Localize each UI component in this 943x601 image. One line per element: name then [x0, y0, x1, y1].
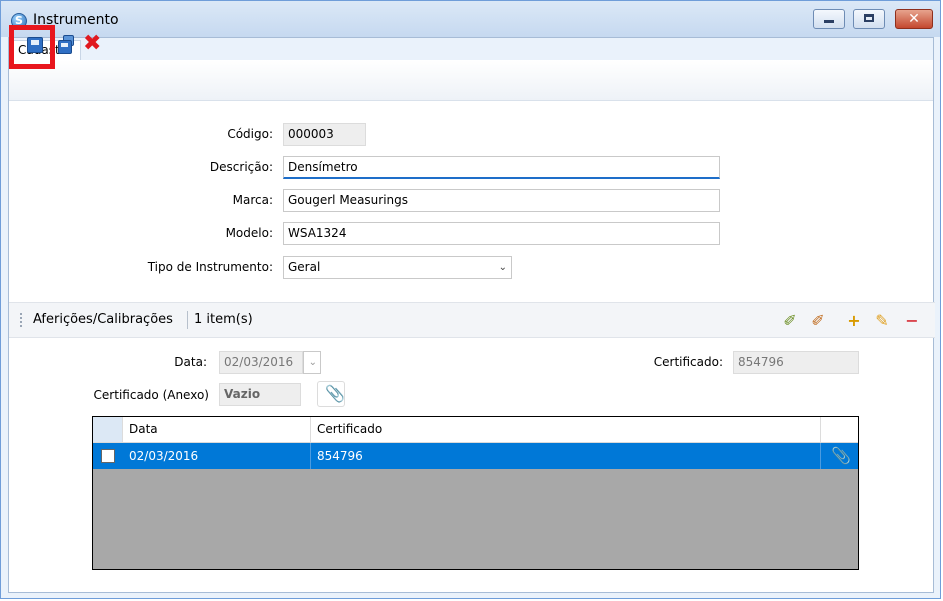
- delete-button[interactable]: ✖: [83, 31, 103, 56]
- date-picker-button[interactable]: ⌄: [303, 351, 321, 374]
- instrumento-window: S Instrumento ✕ Cadastro ✖ Código: 00000…: [0, 0, 941, 599]
- column-header-certificado[interactable]: Certificado: [311, 417, 821, 442]
- afericoes-grid: Data Certificado 02/03/2016 854796 📎: [92, 416, 859, 570]
- toolbar: [9, 60, 933, 101]
- remove-icon[interactable]: −: [903, 312, 921, 330]
- modelo-field[interactable]: WSA1324: [283, 222, 720, 245]
- minimize-button[interactable]: [813, 9, 845, 29]
- certificado-anexo-label: Certificado (Anexo): [93, 388, 209, 402]
- certificado-field[interactable]: 854796: [733, 351, 859, 374]
- grip-handle[interactable]: [20, 313, 24, 327]
- tipo-instrumento-select[interactable]: Geral ⌄: [283, 256, 512, 279]
- minimize-icon: [824, 20, 834, 23]
- paperclip-icon: 📎: [831, 446, 851, 465]
- save-button[interactable]: [25, 35, 45, 55]
- save-icon: [27, 37, 43, 53]
- column-header-data[interactable]: Data: [123, 417, 311, 442]
- row-certificado-cell: 854796: [311, 443, 821, 469]
- section-title: Aferições/Calibrações: [33, 312, 173, 327]
- data-label: Data:: [174, 355, 207, 369]
- title-bar[interactable]: S Instrumento ✕: [1, 1, 940, 37]
- tipo-instrumento-value: Geral: [288, 260, 321, 274]
- item-count: 1 item(s): [194, 312, 253, 327]
- attach-button[interactable]: 📎: [317, 381, 345, 407]
- afericoes-section-bar: Aferições/Calibrações 1 item(s) ✐ ✐ + ✎ …: [9, 302, 935, 338]
- edit-all-icon[interactable]: ✐: [781, 312, 799, 330]
- maximize-icon: [864, 14, 874, 22]
- table-row[interactable]: 02/03/2016 854796 📎: [93, 443, 858, 469]
- edit-record-icon[interactable]: ✐: [809, 312, 827, 330]
- paperclip-icon: 📎: [325, 384, 345, 403]
- grid-header-selector[interactable]: [93, 417, 123, 442]
- codigo-label: Código:: [227, 127, 273, 141]
- tab-strip: Cadastro: [9, 38, 933, 61]
- pencil-icon[interactable]: ✎: [873, 312, 891, 330]
- modelo-label: Modelo:: [225, 226, 273, 240]
- chevron-down-icon: ⌄: [498, 262, 507, 273]
- data-field[interactable]: 02/03/2016: [219, 351, 303, 374]
- codigo-field[interactable]: 000003: [283, 123, 366, 146]
- anexo-field[interactable]: Vazio: [219, 383, 301, 406]
- marca-field[interactable]: Gougerl Measurings: [283, 189, 720, 212]
- chevron-down-icon: ⌄: [308, 357, 317, 368]
- section-divider: [187, 311, 188, 329]
- save-as-button[interactable]: [56, 35, 76, 55]
- row-anexo-cell[interactable]: 📎: [821, 443, 858, 469]
- close-icon: ✕: [908, 11, 920, 27]
- add-icon[interactable]: +: [845, 312, 863, 330]
- save-as-icon: [58, 40, 72, 54]
- certificado-label: Certificado:: [653, 355, 723, 369]
- grid-header: Data Certificado: [93, 417, 858, 443]
- descricao-label: Descrição:: [209, 160, 273, 174]
- descricao-field[interactable]: Densímetro: [283, 156, 720, 179]
- close-button[interactable]: ✕: [895, 9, 933, 29]
- maximize-button[interactable]: [853, 9, 885, 29]
- delete-icon: ✖: [83, 31, 102, 56]
- column-header-anexo[interactable]: [821, 417, 858, 442]
- row-data-cell: 02/03/2016: [123, 443, 311, 469]
- tipo-label: Tipo de Instrumento:: [147, 260, 273, 274]
- row-checkbox[interactable]: [101, 449, 115, 463]
- marca-label: Marca:: [232, 193, 273, 207]
